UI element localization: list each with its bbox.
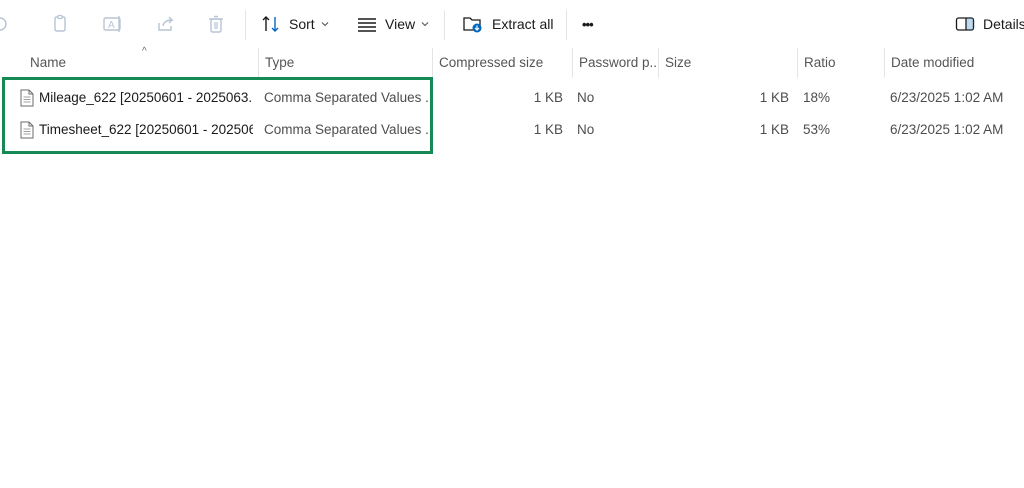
view-button[interactable]: View [357,8,429,40]
more-options-icon: ••• [582,16,594,32]
column-header-row: ^ Name Type Compressed size Password p..… [8,46,1024,78]
file-ratio: 18% [803,90,831,105]
chevron-down-icon [421,20,429,28]
toolbar-divider [245,10,246,40]
file-size: 1 KB [759,90,789,105]
file-compressed-size: 1 KB [533,122,563,137]
view-icon [357,16,377,32]
cut-icon[interactable] [0,12,16,36]
document-file-icon [20,121,34,139]
file-type: Comma Separated Values ... [264,122,429,137]
file-date-modified: 6/23/2025 1:02 AM [890,90,1004,105]
sort-label: Sort [289,16,315,32]
column-header-compressed-size[interactable]: Compressed size [432,48,572,78]
column-header-ratio[interactable]: Ratio [797,48,884,78]
column-header-size[interactable]: Size [658,48,797,78]
extract-all-button[interactable]: Extract all [462,8,553,40]
share-icon[interactable] [153,12,177,36]
file-password-protected: No [577,122,595,137]
file-size: 1 KB [759,122,789,137]
extract-all-label: Extract all [492,16,554,32]
file-row[interactable]: Mileage_622 [20250601 - 2025063... Comma… [8,82,1024,114]
toolbar-divider [444,10,445,40]
column-header-type[interactable]: Type [258,48,432,78]
file-type: Comma Separated Values ... [264,90,429,105]
details-button[interactable]: Details [955,8,1024,40]
delete-icon[interactable] [204,12,228,36]
file-name[interactable]: Mileage_622 [20250601 - 2025063... [39,82,253,114]
command-bar: A Sort View Extract all ••• Details [0,0,1024,48]
file-ratio: 53% [803,122,831,137]
extract-folder-icon [462,14,484,34]
file-date-modified: 6/23/2025 1:02 AM [890,122,1004,137]
toolbar-divider [566,10,567,40]
more-options-button[interactable]: ••• [582,8,594,40]
chevron-down-icon [321,20,329,28]
copy-icon[interactable] [48,12,72,36]
details-pane-icon [955,16,975,32]
file-compressed-size: 1 KB [533,90,563,105]
file-row[interactable]: Timesheet_622 [20250601 - 202506... Comm… [8,114,1024,146]
svg-text:A: A [108,20,115,31]
sort-button[interactable]: Sort [261,8,329,40]
column-header-password-protected[interactable]: Password p... [572,48,658,78]
details-label: Details [983,16,1024,32]
column-header-date-modified[interactable]: Date modified [884,48,1024,78]
view-label: View [385,16,416,32]
sort-icon [261,15,281,33]
file-password-protected: No [577,90,595,105]
document-file-icon [20,89,34,107]
file-name[interactable]: Timesheet_622 [20250601 - 202506... [39,114,253,146]
column-header-name[interactable]: Name [24,48,258,78]
rename-icon[interactable]: A [101,12,125,36]
